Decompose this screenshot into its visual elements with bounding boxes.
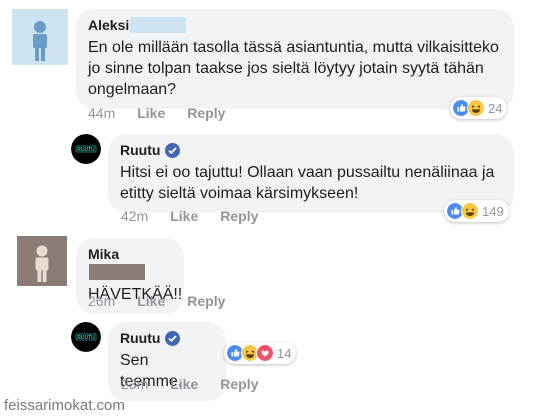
svg-text:RUUTU: RUUTU (77, 147, 95, 153)
default-user-avatar-icon (17, 236, 67, 286)
comment-time[interactable]: 26m (88, 293, 115, 309)
reaction-count: 14 (277, 345, 292, 361)
reply-button[interactable]: Reply (220, 208, 258, 224)
comment-author[interactable]: Aleksi (88, 17, 129, 34)
reply-button[interactable]: Reply (187, 293, 225, 309)
verified-badge-icon (165, 331, 181, 346)
watermark: feissarimokat.com (4, 397, 125, 414)
comment-author[interactable]: Ruutu (120, 142, 160, 159)
comment-time[interactable]: 23m (121, 376, 148, 392)
comment-meta-3: 26m Like Reply (88, 293, 247, 309)
reaction-summary-4[interactable]: 14 (224, 342, 297, 364)
verified-badge-icon (165, 143, 181, 158)
redaction-box (130, 17, 187, 33)
ruutu-logo-icon: RUUTU (71, 322, 101, 352)
avatar-aleksi[interactable] (12, 9, 68, 65)
comment-bubble-1: Aleksi En ole millään tasolla tässä asia… (76, 9, 514, 109)
avatar-mika[interactable] (17, 236, 67, 286)
comment-meta-4: 23m Like Reply (121, 376, 280, 392)
like-button[interactable]: Like (137, 293, 165, 309)
comment-meta-1: 44m Like Reply (88, 105, 247, 121)
svg-text:RUUTU: RUUTU (77, 335, 95, 341)
comment-time[interactable]: 42m (121, 208, 148, 224)
comment-author[interactable]: Mika (88, 246, 119, 263)
like-button[interactable]: Like (170, 376, 198, 392)
like-button[interactable]: Like (170, 208, 198, 224)
reaction-summary-2[interactable]: 149 (444, 200, 509, 222)
comment-meta-2: 42m Like Reply (121, 208, 280, 224)
redaction-box (89, 264, 145, 280)
reply-button[interactable]: Reply (187, 105, 225, 121)
default-user-avatar-icon (12, 9, 68, 65)
haha-icon (467, 99, 485, 117)
reaction-count: 149 (482, 203, 504, 219)
avatar-ruutu[interactable]: RUUTU (71, 322, 101, 352)
reaction-count: 24 (488, 100, 503, 116)
comment-time[interactable]: 44m (88, 105, 115, 121)
comment-author[interactable]: Ruutu (120, 330, 160, 347)
love-icon (256, 344, 274, 362)
haha-icon (461, 202, 479, 220)
ruutu-logo-icon: RUUTU (71, 134, 101, 164)
avatar-ruutu[interactable]: RUUTU (71, 134, 101, 164)
reply-button[interactable]: Reply (220, 376, 258, 392)
reaction-summary-1[interactable]: 24 (450, 97, 508, 119)
comment-text: En ole millään tasolla tässä asiantuntia… (88, 39, 499, 98)
like-button[interactable]: Like (137, 105, 165, 121)
comment-text: Hitsi ei oo tajuttu! Ollaan vaan pussail… (120, 164, 495, 202)
